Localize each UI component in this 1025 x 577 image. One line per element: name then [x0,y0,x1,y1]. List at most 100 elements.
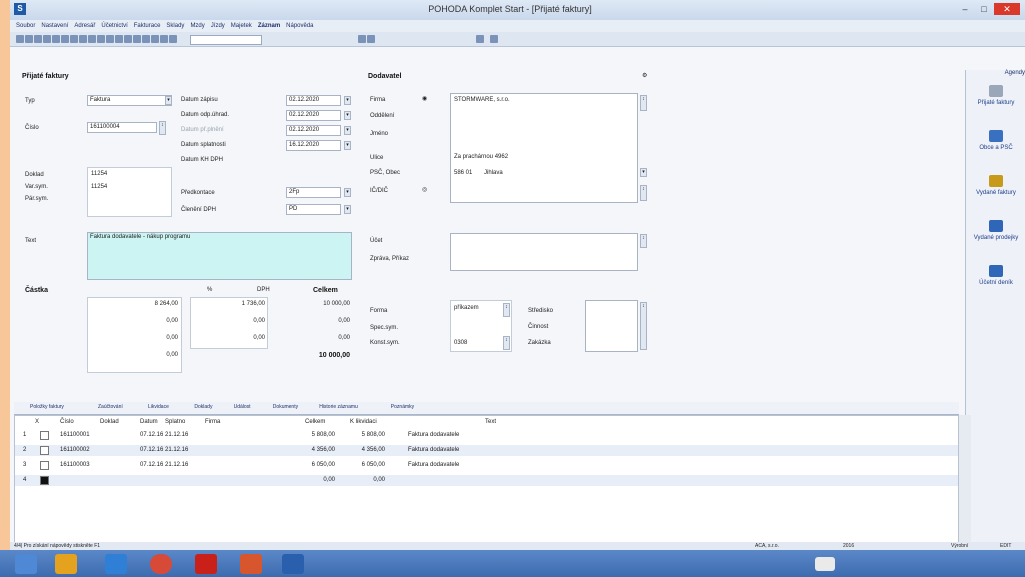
forma-field[interactable]: příkazem [454,305,479,311]
forma-stepper-icon[interactable]: ↕ [503,303,510,317]
agenda-item[interactable]: Vydané faktury [968,175,1024,197]
table-scrollbar[interactable] [958,415,971,542]
toolbar-icon[interactable] [160,35,168,43]
cislo-stepper-icon[interactable]: ↕ [159,121,166,135]
amount-zaklad[interactable]: 8 264,00 [90,301,178,307]
column-header[interactable]: K likvidaci [350,419,377,425]
settings-gear-icon[interactable]: ⚙ [642,72,647,79]
agenda-item[interactable]: Vydané prodejky [968,220,1024,242]
row-checkbox[interactable] [40,461,49,470]
pohoda-taskbar-icon[interactable] [282,554,304,574]
file-explorer-icon[interactable] [55,554,77,574]
maximize-button[interactable]: □ [975,3,993,15]
calendar-dropdown-icon[interactable]: ▾ [344,126,351,135]
obec-field[interactable]: Jihlava [484,170,503,176]
menu-item[interactable]: Sklady [166,20,184,32]
doklad-field[interactable]: 11254 [91,171,107,177]
table-row[interactable]: 3 161100003 07.12.16 21.12.16 6 050,00 6 050,… [15,460,958,471]
amount-dph[interactable]: 0,00 [193,318,265,324]
amount-celkem[interactable]: 10 000,00 [290,301,350,307]
menu-item[interactable]: Mzdy [190,20,204,32]
cost-center-stepper-icon[interactable]: ↕ [640,302,647,350]
varsym-field[interactable]: 11254 [91,184,107,190]
ic-stepper-icon[interactable]: ↕ [640,185,647,201]
column-header[interactable]: X [35,419,39,425]
psc-field[interactable]: 586 01 [454,170,472,176]
toolbar-icon[interactable] [169,35,177,43]
predkontace-dropdown-icon[interactable]: ▾ [344,188,351,197]
ucet-stepper-icon[interactable]: ↕ [640,234,647,248]
toolbar-icon[interactable] [61,35,69,43]
column-header[interactable]: Celkem [305,419,325,425]
toolbar-icon[interactable] [115,35,123,43]
konstsym-stepper-icon[interactable]: ↕ [503,336,510,350]
menu-item[interactable]: Jízdy [211,20,225,32]
agenda-item[interactable]: Účetní deník [968,265,1024,287]
menu-item[interactable]: Záznam [258,20,280,32]
toolbar-icon[interactable] [367,35,375,43]
close-button[interactable]: ✕ [994,3,1020,15]
row-checkbox[interactable] [40,431,49,440]
firma-field[interactable]: STORMWARE, s.r.o. [454,97,510,103]
toolbar-icon[interactable] [70,35,78,43]
typ-select[interactable]: Faktura [87,95,172,106]
row-checkbox[interactable] [40,446,49,455]
obec-dropdown-icon[interactable]: ▾ [640,168,647,177]
column-header[interactable]: Firma [205,419,220,425]
acrobat-icon[interactable] [195,554,217,574]
menu-item[interactable]: Majetek [231,20,252,32]
powerpoint-icon[interactable] [240,554,262,574]
record-tab[interactable]: Poznámky [391,404,414,410]
toolbar-icon[interactable] [88,35,96,43]
text-area[interactable]: Faktura dodavatele - nákup programu [87,232,352,280]
table-row[interactable]: 2 161100002 07.12.16 21.12.16 4 356,00 4 356,… [15,445,958,456]
predkontace-field[interactable]: 2Fp [286,187,341,198]
toolbar-icon[interactable] [79,35,87,43]
ulice-field[interactable]: Za prachárnou 4962 [454,154,508,160]
toolbar-icon[interactable] [124,35,132,43]
typ-dropdown-icon[interactable]: ▾ [165,96,172,105]
record-tab[interactable]: Položky faktury [30,404,64,410]
toolbar-icon[interactable] [25,35,33,43]
clock[interactable] [995,557,1021,571]
row-checkbox[interactable] [40,476,49,485]
ares-icon[interactable]: ◎ [422,186,427,193]
toolbar-icon[interactable] [133,35,141,43]
datum-field[interactable]: 02.12.2020 [286,110,341,121]
datum-field[interactable]: 02.12.2020 [286,125,341,136]
column-header[interactable]: Doklad [100,419,119,425]
toolbar-icon[interactable] [358,35,366,43]
column-header[interactable]: Text [485,419,496,425]
toolbar-icon[interactable] [142,35,150,43]
menu-item[interactable]: Účetnictví [101,20,127,32]
table-row[interactable]: 1 161100001 07.12.16 21.12.16 5 808,00 5 808,… [15,430,958,441]
menu-item[interactable]: Adresář [74,20,95,32]
cleneni-dropdown-icon[interactable]: ▾ [344,205,351,214]
amount-dph[interactable]: 0,00 [193,335,265,341]
record-tab[interactable]: Doklady [194,404,212,410]
minimize-button[interactable]: – [956,3,974,15]
edge-icon[interactable] [105,554,127,574]
amount-zaklad[interactable]: 0,00 [90,352,178,358]
ucet-field[interactable] [450,233,638,271]
table-row[interactable]: 4 0,00 0,00 [15,475,958,486]
record-tab[interactable]: Událost [234,404,251,410]
calendar-dropdown-icon[interactable]: ▾ [344,96,351,105]
toolbar-icon[interactable] [34,35,42,43]
toolbar-search-input[interactable] [190,35,262,45]
record-tab[interactable]: Dokumenty [273,404,298,410]
calendar-dropdown-icon[interactable]: ▾ [344,111,351,120]
amount-dph[interactable]: 1 736,00 [193,301,265,307]
address-book-icon[interactable]: ◉ [422,95,427,102]
toolbar-icon[interactable] [476,35,484,43]
firma-stepper-icon[interactable]: ↕ [640,95,647,111]
app-icon[interactable]: S [14,3,26,15]
cleneni-field[interactable]: PD [286,204,341,215]
toolbar-icon[interactable] [106,35,114,43]
toolbar-icon[interactable] [151,35,159,43]
cislo-field[interactable]: 161100004 [87,122,157,133]
toolbar-icon[interactable] [52,35,60,43]
record-tab[interactable]: Historie záznamu [319,404,358,410]
language-indicator[interactable] [815,557,835,571]
amount-zaklad[interactable]: 0,00 [90,335,178,341]
